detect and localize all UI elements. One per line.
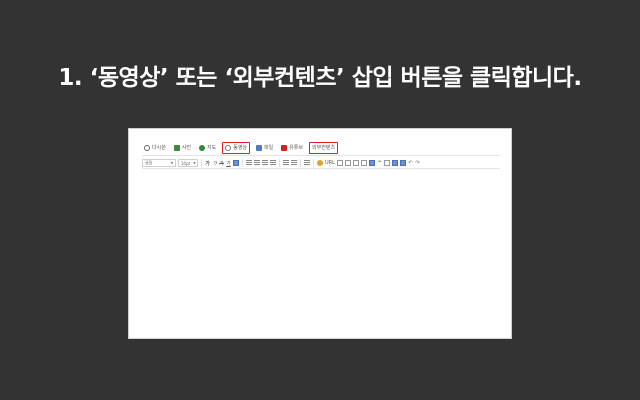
attach-label: 동영상 bbox=[233, 145, 248, 151]
strike-button[interactable]: 가 bbox=[219, 160, 224, 167]
attach-item-file[interactable]: 파일 bbox=[254, 142, 275, 154]
link-button[interactable]: URL bbox=[325, 160, 335, 167]
font-size-select[interactable]: 10pt ▼ bbox=[178, 159, 198, 167]
source-icon[interactable] bbox=[368, 160, 375, 166]
preview-icon[interactable] bbox=[391, 160, 398, 166]
video-icon bbox=[225, 144, 232, 151]
attach-item-photo[interactable]: 사진 bbox=[172, 142, 193, 154]
line-height-icon[interactable] bbox=[304, 160, 310, 166]
youtube-icon bbox=[281, 144, 288, 151]
attach-item-external[interactable]: 외부컨텐츠 bbox=[309, 141, 339, 154]
ordered-list-icon[interactable] bbox=[283, 160, 289, 166]
instruction-headline: 1. ‘동영상’ 또는 ‘외부컨텐츠’ 삽입 버튼을 클릭합니다. bbox=[58, 65, 582, 91]
ghost-icon bbox=[144, 144, 150, 151]
chevron-down-icon: ▼ bbox=[170, 161, 173, 165]
font-family-select[interactable]: 굴림 ▼ bbox=[142, 159, 176, 167]
font-color-icon[interactable] bbox=[233, 160, 239, 166]
template-icon[interactable] bbox=[399, 160, 406, 166]
emoticon-icon[interactable] bbox=[317, 160, 323, 166]
format-toolbar: 굴림 ▼ 10pt ▼ 가 가 가 가 URL ❝ ↶ ↷ bbox=[142, 159, 500, 169]
attach-label: 파일 bbox=[264, 145, 274, 151]
divider bbox=[201, 159, 202, 167]
attach-toolbar: 다시쓴 사진 지도 동영상 파일 유튜브 외부컨텐츠 bbox=[142, 140, 500, 156]
attach-label: 다시쓴 bbox=[152, 145, 166, 151]
fullscreen-icon[interactable] bbox=[383, 160, 390, 166]
align-left-icon[interactable] bbox=[246, 160, 252, 166]
redo-icon[interactable]: ↷ bbox=[415, 160, 420, 167]
attach-label: 사진 bbox=[181, 145, 192, 151]
unordered-list-icon[interactable] bbox=[291, 160, 297, 166]
table-icon[interactable] bbox=[344, 160, 351, 166]
attach-item-video[interactable]: 동영상 bbox=[222, 141, 251, 154]
attach-label: 유튜브 bbox=[289, 145, 304, 151]
file-icon bbox=[256, 144, 263, 151]
underline-button[interactable]: 가 bbox=[226, 160, 231, 167]
divider bbox=[242, 159, 243, 167]
align-right-icon[interactable] bbox=[262, 160, 268, 166]
divider bbox=[300, 159, 301, 167]
chevron-down-icon: ▼ bbox=[193, 161, 196, 165]
editor-screenshot: 다시쓴 사진 지도 동영상 파일 유튜브 외부컨텐츠 굴림 ▼ 10pt ▼ 가… bbox=[128, 128, 512, 339]
map-pin-icon bbox=[199, 144, 206, 151]
attach-item-ghost[interactable]: 다시쓴 bbox=[142, 142, 168, 154]
italic-button[interactable]: 가 bbox=[212, 160, 217, 167]
editor-content-area[interactable] bbox=[142, 171, 500, 331]
photo-icon bbox=[173, 144, 180, 151]
align-justify-icon[interactable] bbox=[270, 160, 276, 166]
attach-label: 외부컨텐츠 bbox=[312, 145, 336, 151]
hr-icon[interactable] bbox=[360, 160, 367, 166]
align-center-icon[interactable] bbox=[254, 160, 260, 166]
attach-item-map[interactable]: 지도 bbox=[197, 142, 218, 154]
divider bbox=[279, 159, 280, 167]
attach-label: 지도 bbox=[207, 145, 217, 151]
bold-button[interactable]: 가 bbox=[205, 160, 210, 167]
quote-icon[interactable]: ❝ bbox=[377, 160, 382, 167]
divider bbox=[313, 159, 314, 167]
undo-icon[interactable]: ↶ bbox=[408, 160, 413, 167]
attach-item-youtube[interactable]: 유튜브 bbox=[279, 142, 305, 154]
special-char-icon[interactable] bbox=[336, 160, 343, 166]
image-icon[interactable] bbox=[352, 160, 359, 166]
